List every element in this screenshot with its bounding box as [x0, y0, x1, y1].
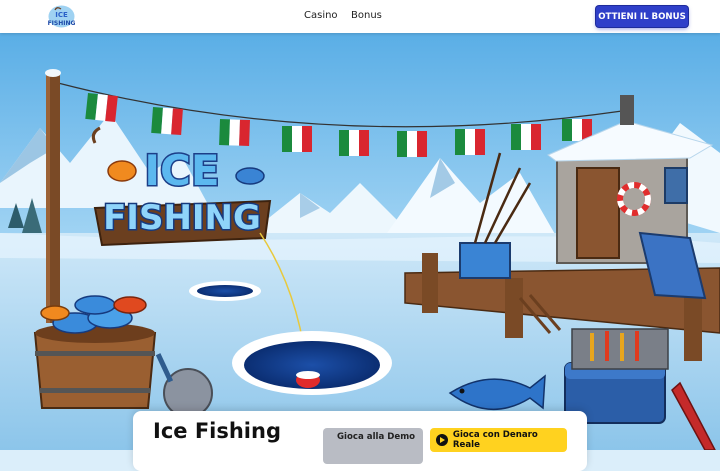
game-card: Ice Fishing Gioca alla Demo Gioca con De… — [133, 411, 587, 471]
nav-link-casino[interactable]: Casino — [304, 10, 338, 21]
site-header: ICE FISHING Casino Bonus OTTIENI IL BONU… — [0, 0, 720, 33]
play-icon — [436, 434, 448, 446]
get-bonus-button[interactable]: OTTIENI IL BONUS — [596, 6, 688, 27]
game-title: Ice Fishing — [153, 419, 281, 443]
play-real-money-button[interactable]: Gioca con Denaro Reale — [430, 428, 567, 452]
fish-bucket — [33, 295, 157, 409]
game-logo-fishing: FISHING — [103, 198, 261, 238]
hero-banner: ICE FISHING — [0, 33, 720, 450]
svg-text:ICE: ICE — [55, 11, 68, 19]
site-logo[interactable]: ICE FISHING — [47, 4, 76, 29]
tackle-cooler — [564, 328, 669, 424]
game-logo-ice: ICE — [144, 146, 219, 195]
svg-text:FISHING: FISHING — [48, 20, 76, 27]
nav-link-bonus[interactable]: Bonus — [351, 10, 382, 21]
hero-illustration: ICE FISHING — [0, 33, 720, 450]
play-real-money-label: Gioca con Denaro Reale — [452, 430, 538, 450]
play-demo-button[interactable]: Gioca alla Demo — [323, 428, 423, 464]
